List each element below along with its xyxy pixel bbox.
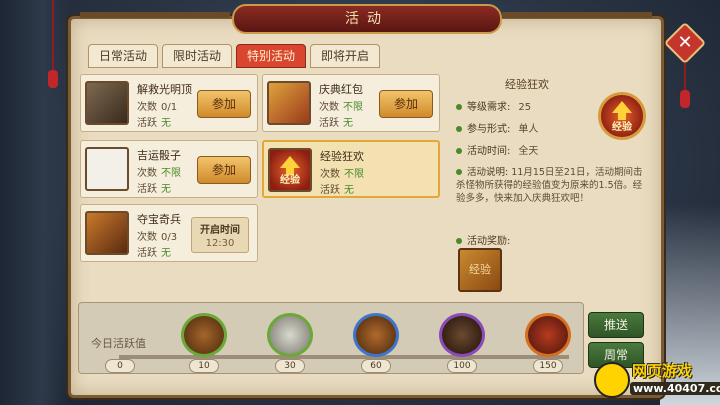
tab-special[interactable]: 特别活动 (236, 44, 307, 68)
close-x-icon: ✕ (677, 32, 693, 53)
activity-count: 次数 0/3 (137, 232, 178, 243)
activity-active: 活跃无 (320, 185, 354, 196)
red-chest-icon[interactable] (525, 313, 571, 357)
detail-title: 经验狂欢 (505, 78, 549, 91)
activity-count: 次数 不限 (320, 169, 364, 180)
close-button[interactable]: ✕ (663, 21, 707, 65)
hanging-lantern-left (48, 0, 58, 88)
treasure-soldier-icon (85, 211, 129, 255)
window-title: 活动 (232, 4, 502, 34)
activity-time: 活动时间: 全天 (456, 142, 538, 157)
open-time-badge: 开启时间 12:30 (191, 217, 249, 253)
milestone-value: 100 (447, 359, 477, 373)
activity-count: 次数 不限 (319, 102, 363, 113)
activity-name: 夺宝奇兵 (137, 213, 181, 226)
push-button[interactable]: 推送 (588, 312, 644, 338)
level-requirement: 等级需求: 25 (456, 98, 531, 113)
activity-active: 活跃无 (137, 248, 171, 259)
join-button[interactable]: 参加 (379, 90, 433, 118)
milestone-value: 0 (105, 359, 135, 373)
site-watermark: 网页游戏 www.40407.com (594, 358, 720, 402)
daily-activity-bar: 今日活跃值 0 10 30 60 100 150 (78, 302, 584, 374)
exp-up-icon: 经验 (598, 92, 646, 140)
tab-upcoming[interactable]: 即将开启 (310, 44, 381, 68)
activity-count: 次数 0/1 (137, 102, 178, 113)
activity-card-dice[interactable]: 吉运骰子 次数 不限 活跃无 参加 (80, 140, 258, 198)
join-button[interactable]: 参加 (197, 156, 251, 184)
mascot-logo-icon (594, 362, 630, 398)
activity-active: 活跃无 (319, 118, 353, 129)
join-button[interactable]: 参加 (197, 90, 251, 118)
milestone-value: 30 (275, 359, 305, 373)
activity-description: 活动说明: 11月15日至21日，活动期间击杀怪物所获得的经验值变为原来的1.5… (456, 167, 643, 204)
activity-tabs: 日常活动 限时活动 特别活动 即将开启 (88, 44, 381, 68)
tab-limited[interactable]: 限时活动 (162, 44, 233, 68)
red-envelope-icon (267, 81, 311, 125)
dice-icon (85, 147, 129, 191)
activity-name: 庆典红包 (319, 83, 363, 96)
title-ornament-left (80, 12, 230, 18)
activity-detail-panel: 经验狂欢 经验 等级需求: 25 参与形式: 单人 活动时间: 全天 活动说明: 11… (452, 68, 648, 298)
activity-active: 活跃无 (137, 118, 171, 129)
exp-up-icon: 经验 (268, 148, 312, 192)
activity-card-rescue[interactable]: 解救光明顶 次数 0/1 活跃无 参加 (80, 74, 258, 132)
activity-progress-track (119, 355, 569, 359)
title-ornament-right (502, 12, 652, 18)
milestone-value: 60 (361, 359, 391, 373)
activity-active: 活跃无 (137, 184, 171, 195)
watermark-title: 网页游戏 (632, 362, 693, 380)
activity-name: 经验狂欢 (320, 150, 364, 163)
warrior-portrait-icon (85, 81, 129, 125)
activity-card-red-envelope[interactable]: 庆典红包 次数 不限 活跃无 参加 (262, 74, 440, 132)
silver-chest-icon[interactable] (267, 313, 313, 357)
copper-chest-icon[interactable] (353, 313, 399, 357)
tab-daily[interactable]: 日常活动 (88, 44, 159, 68)
background-scenery-left (0, 0, 70, 405)
activity-name: 解救光明顶 (137, 83, 192, 96)
activity-card-exp-carnival[interactable]: 经验 经验狂欢 次数 不限 活跃无 (262, 140, 440, 198)
exp-book-reward-icon[interactable]: 经验 (458, 248, 502, 292)
milestone-value: 10 (189, 359, 219, 373)
activity-count: 次数 不限 (137, 168, 181, 179)
activity-card-treasure[interactable]: 夺宝奇兵 次数 0/3 活跃无 开启时间 12:30 (80, 204, 258, 262)
wooden-chest-icon[interactable] (181, 313, 227, 357)
reward-label: 活动奖励: (456, 232, 510, 247)
activity-label: 今日活跃值 (91, 337, 146, 350)
participation-mode: 参与形式: 单人 (456, 120, 538, 135)
watermark-url: www.40407.com (630, 382, 720, 395)
activity-name: 吉运骰子 (137, 149, 181, 162)
dark-chest-icon[interactable] (439, 313, 485, 357)
milestone-value: 150 (533, 359, 563, 373)
hanging-lantern-right (680, 60, 690, 108)
